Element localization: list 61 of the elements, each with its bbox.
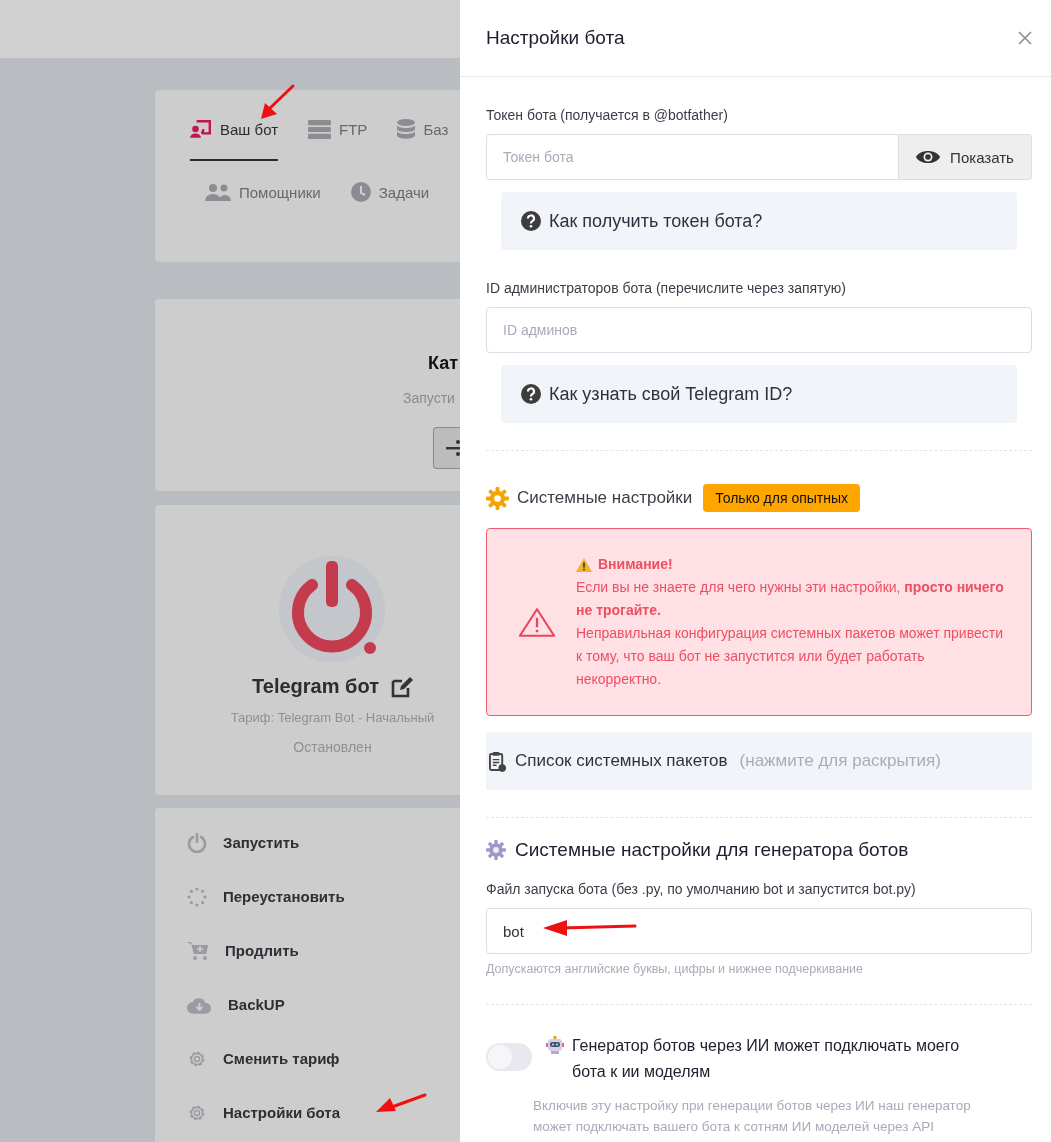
field-label: Файл запуска бота (без .py, по умолчанию bot и запустится bot.py): [486, 881, 917, 897]
alert-text: Неправильная конфигурация системных пакетов может привести к тому, что ваш бот не запустится или будет работать некорректно.: [576, 624, 1004, 689]
toggle-label: Генератор ботов через ИИ может подключать моего бота к ии моделям: [572, 1036, 961, 1082]
warning-icon: [576, 557, 592, 572]
cloud-download-icon: [187, 995, 212, 1014]
menu-item[interactable]: Переустановить: [187, 886, 460, 907]
server-icon: [308, 119, 332, 139]
spinner-icon: [187, 886, 207, 907]
tab[interactable]: FTP: [308, 119, 368, 161]
menu-item[interactable]: Запустить: [187, 832, 460, 853]
drawer-title: Настройки бота: [486, 27, 625, 49]
clock-icon: [350, 182, 371, 202]
menu-item[interactable]: BackUP: [187, 994, 460, 1015]
help-icon: [521, 384, 541, 404]
status-text: Остановлен: [293, 739, 372, 755]
tab[interactable]: Ваш бот: [190, 119, 279, 161]
menu-item[interactable]: Сменить тариф: [187, 1048, 460, 1069]
power-icon: [187, 832, 207, 853]
field-label: Токен бота (получается в @botfather): [486, 107, 729, 123]
gear-icon: [486, 486, 509, 510]
toggle-description: Включив эту настройку при генерации ботов через ИИ наш генератор может подключать вашего бота к сотням ИИ моделей через API: [533, 1097, 972, 1136]
field-hint: Допускаются английские буквы, цифры и нижнее подчеркивание: [486, 962, 864, 976]
collapse-hint: (нажмите для раскрытия): [739, 751, 941, 771]
card-subtitle: Запусти: [403, 390, 455, 406]
divide-icon: [446, 439, 460, 457]
gear-icon: [486, 840, 506, 860]
admins-field[interactable]: ID админов: [486, 307, 1032, 353]
alert-title: Внимание!: [598, 555, 673, 574]
warning-icon: [518, 606, 556, 638]
menu-item[interactable]: Настройки бота: [187, 1102, 460, 1123]
show-button[interactable]: Показать: [899, 134, 1032, 180]
card-title: Кат: [428, 353, 459, 374]
clipboard-icon: [489, 750, 506, 772]
users-icon: [205, 183, 231, 201]
token-field[interactable]: Токен бота: [486, 134, 899, 180]
field-label: ID администраторов бота (перечислите через запятую): [486, 280, 847, 296]
help-link[interactable]: Как узнать свой Telegram ID?: [501, 365, 1017, 423]
collapse-title: Список системных пакетов: [515, 751, 728, 771]
alert-text: Если вы не знаете для чего нужны эти настройки, просто ничего не трогайте.: [576, 578, 1005, 620]
launch-file-field[interactable]: bot: [486, 908, 1032, 954]
plan-text: Тариф: Telegram Bot - Начальный: [230, 710, 435, 725]
bot-monitor-icon: [190, 120, 212, 138]
bot-name: Telegram бот: [252, 675, 379, 698]
robot-icon: [546, 1036, 564, 1054]
close-icon[interactable]: [1018, 31, 1032, 45]
help-link[interactable]: Как получить токен бота?: [501, 192, 1017, 250]
cart-icon: [187, 940, 209, 961]
tab[interactable]: Баз: [397, 119, 449, 161]
menu-item[interactable]: Продлить: [187, 940, 460, 961]
warning-badge: Только для опытных: [703, 484, 861, 512]
packages-collapse[interactable]: Список системных пакетов (нажмите для раскрытия): [486, 732, 1032, 790]
tab[interactable]: Помощники: [205, 182, 321, 204]
eye-icon: [916, 149, 941, 165]
help-icon: [521, 211, 541, 231]
tab[interactable]: Задачи: [350, 182, 430, 204]
edit-icon[interactable]: [390, 675, 413, 698]
database-icon: [397, 119, 416, 139]
annotation-arrow: [374, 1091, 428, 1115]
section-title: Системные настройки: [517, 488, 693, 508]
annotation-arrow: [258, 83, 296, 121]
section-title: Системные настройки для генератора ботов: [515, 839, 909, 861]
